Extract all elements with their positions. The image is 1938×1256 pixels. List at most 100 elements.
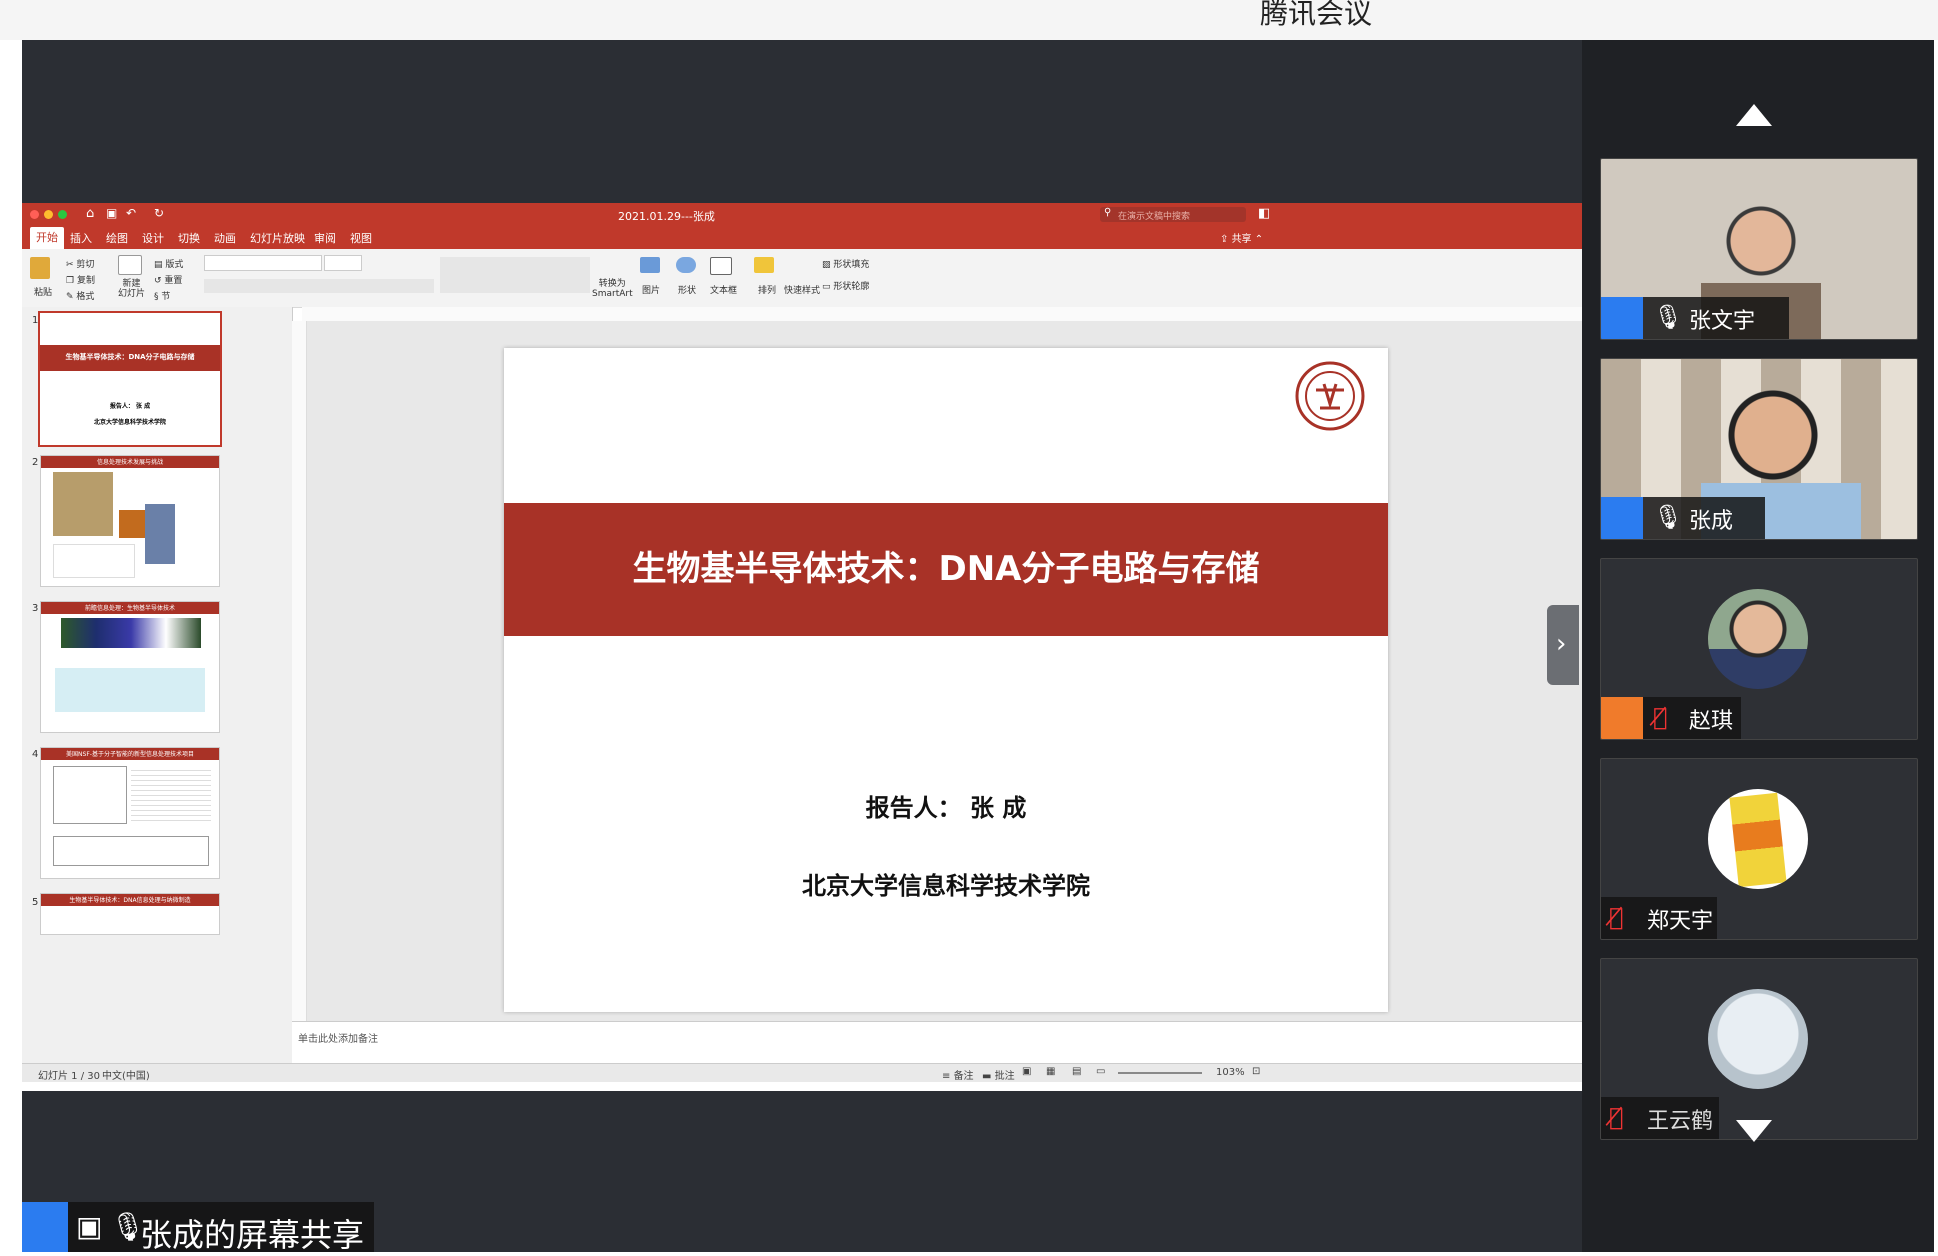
view-sorter-icon[interactable]: ▦ [1046,1066,1055,1077]
tab-view[interactable]: 视图 [350,230,372,246]
avatar-image [1729,792,1787,888]
picture-label: 图片 [642,286,661,296]
view-slideshow-icon[interactable]: ▭ [1096,1066,1105,1077]
participant-tile[interactable]: 🎙̸ 赵琪 [1600,558,1918,740]
thumb-speaker: 报告人： 张 成 [109,403,151,410]
paragraph-buttons[interactable] [440,257,590,293]
thumb-image-row [61,618,201,648]
thumb-image-column [145,504,175,564]
mic-muted-icon: 🎙̸ [1609,1103,1624,1131]
search-icon: ⚲ [1104,207,1112,218]
textbox-icon[interactable] [710,257,732,275]
user-icon [22,1202,68,1252]
participant-name: 王云鹤 [1647,1109,1714,1134]
window-edge [1934,40,1938,1252]
font-size-select[interactable] [324,255,362,271]
thumb-number: 4 [32,749,39,760]
quick-styles-button[interactable]: 快速样式 [784,283,820,296]
view-normal-icon[interactable]: ▣ [1022,1066,1031,1077]
shape-outline-button[interactable]: ▭ 形状轮廓 [822,279,869,292]
tab-animations[interactable]: 动画 [214,230,236,246]
notes-pane[interactable]: 单击此处添加备注 [292,1021,1582,1064]
tab-slideshow[interactable]: 幻灯片放映 [250,230,305,246]
font-family-select[interactable] [204,255,322,271]
search-box[interactable]: ⚲ 在演示文稿中搜索 [1100,207,1246,222]
slide-thumbnails-panel[interactable]: 1 生物基半导体技术：DNA分子电路与存储 报告人： 张 成 北京大学信息科学技… [22,307,293,1063]
minimize-dot[interactable] [44,210,53,219]
comments-toggle[interactable]: ▬ 批注 [982,1067,1015,1082]
shape-icon[interactable] [676,257,696,273]
redo-icon[interactable]: ↻ [154,206,164,220]
vertical-ruler [292,321,307,1021]
user-icon [1601,697,1643,739]
participant-tile[interactable]: 🎙 张文宇 [1600,158,1918,340]
tab-insert[interactable]: 插入 [70,230,92,246]
smartart-button[interactable]: 转换为 SmartArt [592,279,633,299]
shape-fill-button[interactable]: ▨ 形状填充 [822,257,869,270]
window-titlebar: 腾讯会议 [0,0,1938,40]
scroll-up-button[interactable] [1736,104,1772,126]
ribbon-tabs: 开始 插入 绘图 设计 切换 动画 幻灯片放映 审阅 视图 ⇪ 共享 ⌃ [22,227,1582,249]
tab-draw[interactable]: 绘图 [106,230,128,246]
format-painter-button[interactable]: ✎ 格式 [66,289,94,302]
thumb-image-fireworks [119,510,147,538]
undo-icon[interactable]: ↶ [126,206,136,220]
share-label: 共享 [1231,234,1252,245]
screen-share-icon: ▣ [76,1210,103,1243]
thumb-doc-image [53,766,127,824]
fit-window-icon[interactable]: ⊡ [1252,1066,1260,1077]
horizontal-ruler [302,307,1582,322]
participant-tile[interactable]: 🎙̸ 王云鹤 [1600,958,1918,1140]
participant-name: 郑天宇 [1647,909,1714,934]
participant-name-bar: 🎙̸ 郑天宇 [1601,897,1717,939]
share-button[interactable]: ⇪ 共享 ⌃ [1220,230,1263,245]
thumbnail-slide-2[interactable]: 信息处理技术发展与挑战 [40,455,220,587]
background-window-edge [0,40,23,1252]
copy-button[interactable]: ❐ 复制 [66,273,95,286]
next-page-button[interactable]: › [1547,605,1579,685]
slide-title: 生物基半导体技术：DNA分子电路与存储 [632,549,1260,589]
tab-review[interactable]: 审阅 [314,230,336,246]
participant-name-bar: 🎙 张成 [1601,497,1765,539]
home-icon[interactable]: ⌂ [86,206,94,221]
section-button[interactable]: § 节 [154,289,170,302]
cut-button[interactable]: ✂ 剪切 [66,257,94,270]
ribbon-toolbar: 粘贴 ✂ 剪切 ❐ 复制 ✎ 格式 新建 幻灯片 ▤ 版式 ↺ 重置 § 节 转… [22,249,1582,308]
language-status[interactable]: 中文(中国) [102,1067,150,1082]
app-title: 腾讯会议 [1260,0,1373,30]
ppt-titlebar: ⌂ ▣ ↶ ↻ 2021.01.29---张成 ⚲ 在演示文稿中搜索 ◧ [22,203,1582,227]
participant-name-bar: 🎙̸ 王云鹤 [1601,1097,1719,1139]
picture-icon[interactable] [640,257,660,273]
arrange-icon[interactable] [754,257,774,273]
comments-toggle-label: 批注 [994,1071,1015,1082]
new-slide-icon[interactable] [118,255,142,275]
scroll-down-button[interactable] [1736,1120,1772,1142]
text-format-buttons[interactable] [204,279,434,293]
tab-start[interactable]: 开始 [30,227,64,249]
participant-tile[interactable]: 🎙 张成 [1600,358,1918,540]
current-slide[interactable]: 生物基半导体技术：DNA分子电路与存储 报告人： 张 成 北京大学信息科学技术学… [504,348,1388,1012]
save-icon[interactable]: ▣ [106,206,117,220]
thumbnail-slide-5[interactable]: 生物基半导体技术：DNA信息处理与纳微制造 [40,893,220,935]
zoom-slider[interactable] [1118,1072,1202,1074]
participant-tile[interactable]: 🎙̸ 郑天宇 [1600,758,1918,940]
thumbnail-slide-3[interactable]: 前瞻信息处理：生物基半导体技术 [40,601,220,733]
zoom-dot[interactable] [58,210,67,219]
account-icon[interactable]: ◧ [1258,206,1270,221]
new-slide-label[interactable]: 新建 幻灯片 [118,279,145,299]
paste-icon[interactable] [30,257,50,279]
view-reading-icon[interactable]: ▤ [1072,1066,1081,1077]
shape-outline-label: 形状轮廓 [833,282,870,292]
reset-button[interactable]: ↺ 重置 [154,273,182,286]
arrange-label: 排列 [758,286,777,296]
notes-toggle[interactable]: ≡ 备注 [942,1067,974,1082]
reset-label: 重置 [164,276,183,286]
close-dot[interactable] [30,210,39,219]
thumbnail-slide-4[interactable]: 美国NSF-基于分子智能的新型信息处理技术项目 [40,747,220,879]
tab-design[interactable]: 设计 [142,230,164,246]
zoom-level[interactable]: 103% [1216,1067,1245,1078]
layout-button[interactable]: ▤ 版式 [154,257,183,270]
shape-fill-label: 形状填充 [833,260,870,270]
thumbnail-slide-1[interactable]: 生物基半导体技术：DNA分子电路与存储 报告人： 张 成 北京大学信息科学技术学… [38,311,222,447]
tab-transitions[interactable]: 切换 [178,230,200,246]
